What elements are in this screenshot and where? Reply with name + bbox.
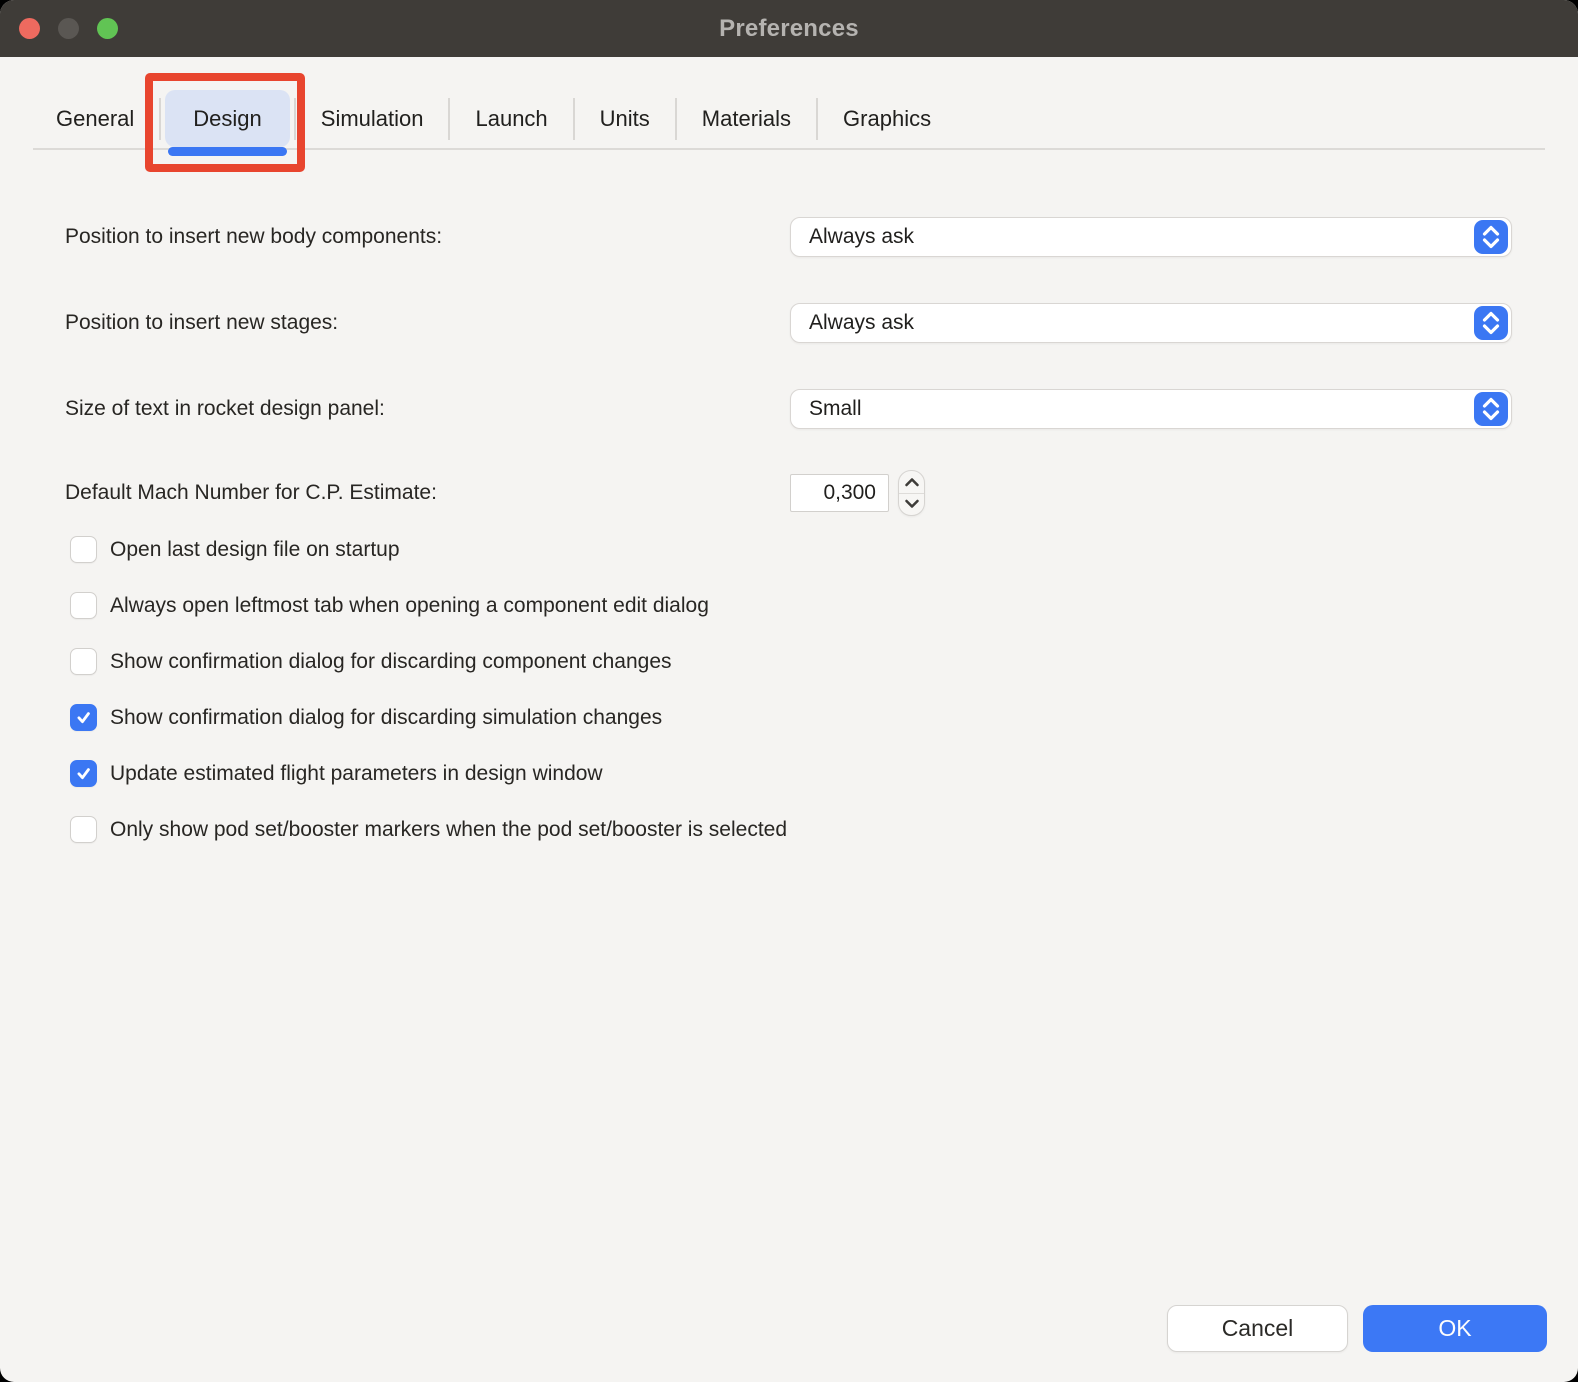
- tab-launch[interactable]: Launch: [452, 106, 570, 132]
- body-components-position-select[interactable]: Always ask: [790, 217, 1512, 257]
- tab-design[interactable]: Design: [165, 90, 289, 147]
- stepper-down-button[interactable]: [899, 494, 924, 516]
- tab-separator: [675, 98, 677, 140]
- tab-units[interactable]: Units: [577, 106, 673, 132]
- form-row: Size of text in rocket design panel: Sma…: [65, 389, 1512, 429]
- check-icon: [74, 764, 93, 783]
- stages-position-label: Position to insert new stages:: [65, 311, 790, 335]
- tab-separator: [816, 98, 818, 140]
- mach-number-group: [790, 470, 1512, 516]
- tab-separator: [573, 98, 575, 140]
- checkbox-label: Update estimated flight parameters in de…: [110, 762, 603, 786]
- checkbox-row-pod-booster-markers[interactable]: Only show pod set/booster markers when t…: [65, 816, 1512, 843]
- tab-separator: [294, 98, 296, 140]
- tab-separator: [159, 98, 161, 140]
- checkbox[interactable]: [70, 816, 97, 843]
- up-down-chevrons-icon: [1474, 220, 1508, 254]
- window-title: Preferences: [719, 15, 859, 43]
- checkbox-label: Open last design file on startup: [110, 538, 400, 562]
- cancel-button[interactable]: Cancel: [1167, 1305, 1348, 1352]
- checkbox[interactable]: [70, 592, 97, 619]
- body-components-position-label: Position to insert new body components:: [65, 225, 790, 249]
- up-down-chevrons-icon: [1474, 306, 1508, 340]
- design-preferences-panel: Position to insert new body components: …: [0, 217, 1578, 843]
- form-row: Position to insert new body components: …: [65, 217, 1512, 257]
- tab-general[interactable]: General: [33, 106, 157, 132]
- preferences-window: Preferences General Design Simulation La…: [0, 0, 1578, 1382]
- tab-design-wrap: Design: [165, 90, 289, 147]
- checkbox-label: Show confirmation dialog for discarding …: [110, 650, 672, 674]
- traffic-lights: [19, 18, 118, 39]
- stepper-up-button[interactable]: [899, 471, 924, 494]
- checkbox-label: Always open leftmost tab when opening a …: [110, 594, 709, 618]
- tab-materials[interactable]: Materials: [679, 106, 814, 132]
- tab-bar: General Design Simulation Launch Units M…: [0, 57, 1578, 150]
- checkbox[interactable]: [70, 536, 97, 563]
- ok-button[interactable]: OK: [1363, 1305, 1547, 1352]
- checkbox-label: Show confirmation dialog for discarding …: [110, 706, 662, 730]
- mach-number-stepper: [898, 470, 925, 516]
- titlebar[interactable]: Preferences: [0, 0, 1578, 57]
- mach-number-input[interactable]: [790, 474, 889, 512]
- checkbox[interactable]: [70, 760, 97, 787]
- close-window-button[interactable]: [19, 18, 40, 39]
- checkbox[interactable]: [70, 648, 97, 675]
- checkbox-row-confirm-simulation-changes[interactable]: Show confirmation dialog for discarding …: [65, 704, 1512, 731]
- select-value: Always ask: [791, 311, 914, 335]
- select-value: Always ask: [791, 225, 914, 249]
- select-value: Small: [791, 397, 862, 421]
- design-text-size-label: Size of text in rocket design panel:: [65, 397, 790, 421]
- chevron-down-icon: [904, 499, 920, 509]
- checkbox-row-leftmost-tab[interactable]: Always open leftmost tab when opening a …: [65, 592, 1512, 619]
- form-row: Default Mach Number for C.P. Estimate:: [65, 470, 1512, 516]
- minimize-window-button[interactable]: [58, 18, 79, 39]
- checkbox-row-update-flight-parameters[interactable]: Update estimated flight parameters in de…: [65, 760, 1512, 787]
- form-row: Position to insert new stages: Always as…: [65, 303, 1512, 343]
- stages-position-select[interactable]: Always ask: [790, 303, 1512, 343]
- up-down-chevrons-icon: [1474, 392, 1508, 426]
- design-text-size-select[interactable]: Small: [790, 389, 1512, 429]
- tab-graphics[interactable]: Graphics: [820, 106, 954, 132]
- checkbox[interactable]: [70, 704, 97, 731]
- zoom-window-button[interactable]: [97, 18, 118, 39]
- checkbox-row-confirm-component-changes[interactable]: Show confirmation dialog for discarding …: [65, 648, 1512, 675]
- check-icon: [74, 708, 93, 727]
- checkbox-label: Only show pod set/booster markers when t…: [110, 818, 787, 842]
- mach-number-label: Default Mach Number for C.P. Estimate:: [65, 481, 790, 505]
- tab-simulation[interactable]: Simulation: [298, 106, 447, 132]
- chevron-up-icon: [904, 477, 920, 487]
- checkbox-row-open-last-design[interactable]: Open last design file on startup: [65, 536, 1512, 563]
- tab-separator: [448, 98, 450, 140]
- dialog-footer: Cancel OK: [1167, 1305, 1547, 1352]
- checkbox-list: Open last design file on startup Always …: [65, 536, 1512, 843]
